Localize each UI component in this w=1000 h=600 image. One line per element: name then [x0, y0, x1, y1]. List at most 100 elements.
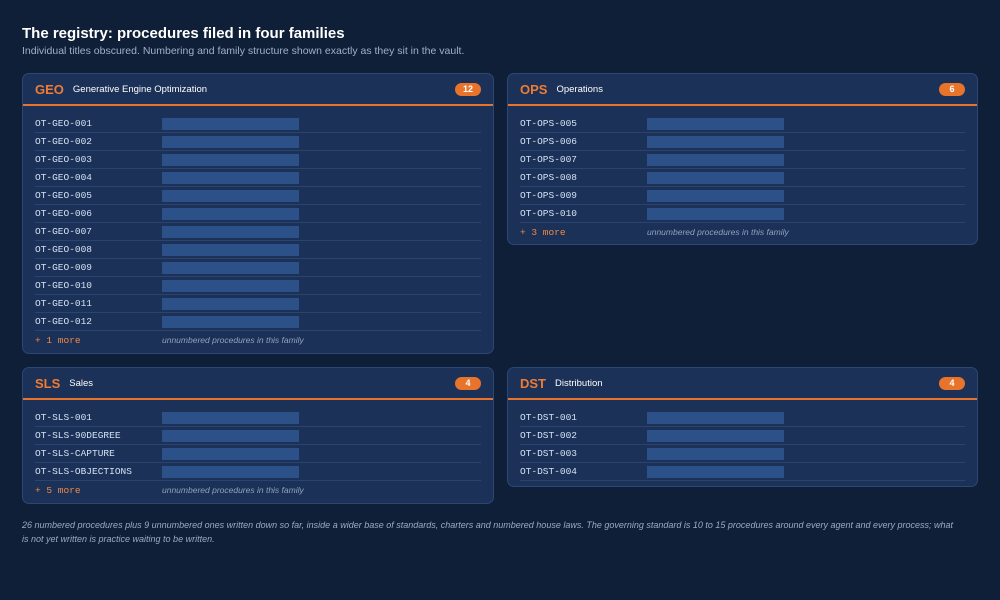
procedure-row: OT-GEO-008 — [35, 241, 481, 259]
redacted-title-bar — [647, 447, 784, 460]
procedure-row: OT-GEO-005 — [35, 187, 481, 205]
procedure-list: OT-OPS-005 OT-OPS-006 OT-OPS-007 OT-OPS-008… — [508, 106, 977, 241]
redacted-title-bar — [162, 243, 299, 256]
page-title: The registry: procedures filed in four f… — [22, 25, 345, 42]
procedure-row: OT-OPS-009 — [520, 187, 965, 205]
redacted-title-bar — [162, 465, 299, 478]
count-badge: 4 — [455, 376, 481, 390]
procedure-row: OT-DST-003 — [520, 445, 965, 463]
procedure-id: OT-DST-004 — [520, 466, 578, 477]
procedure-list: OT-DST-001 OT-DST-002 OT-DST-003 OT-DST-004 — [508, 400, 977, 481]
more-row: + 1 more unnumbered procedures in this fa… — [35, 331, 481, 349]
procedure-id: OT-GEO-003 — [35, 154, 93, 165]
procedure-id: OT-GEO-009 — [35, 262, 93, 273]
procedure-row: OT-SLS-001 — [35, 409, 481, 427]
more-row: + 3 more unnumbered procedures in this fa… — [520, 223, 965, 241]
procedure-row: OT-GEO-003 — [35, 151, 481, 169]
redacted-title-bar — [647, 189, 784, 202]
more-note: unnumbered procedures in this family — [647, 227, 789, 237]
card-header: SLS Sales 4 — [23, 368, 493, 400]
count-badge: 4 — [939, 376, 965, 390]
procedure-row: OT-DST-001 — [520, 409, 965, 427]
redacted-title-bar — [647, 429, 784, 442]
redacted-title-bar — [162, 411, 299, 424]
redacted-title-bar — [162, 297, 299, 310]
redacted-title-bar — [647, 207, 784, 220]
procedure-id: OT-OPS-010 — [520, 208, 578, 219]
family-code: DST — [520, 375, 546, 391]
procedure-row: OT-SLS-90DEGREE — [35, 427, 481, 445]
procedure-id: OT-OPS-005 — [520, 118, 578, 129]
redacted-title-bar — [647, 117, 784, 130]
redacted-title-bar — [647, 153, 784, 166]
procedure-row: OT-GEO-002 — [35, 133, 481, 151]
redacted-title-bar — [162, 189, 299, 202]
family-code: SLS — [35, 375, 61, 391]
procedure-row: OT-GEO-001 — [35, 115, 481, 133]
procedure-id: OT-GEO-004 — [35, 172, 93, 183]
procedure-row: OT-OPS-006 — [520, 133, 965, 151]
card-header: GEO Generative Engine Optimization 12 — [23, 74, 493, 106]
procedure-id: OT-SLS-OBJECTIONS — [35, 466, 132, 477]
more-count: + 5 more — [35, 484, 81, 496]
procedure-list: OT-SLS-001 OT-SLS-90DEGREE OT-SLS-CAPTURE O… — [23, 400, 493, 499]
count-badge: 12 — [455, 82, 481, 96]
procedure-row: OT-DST-002 — [520, 427, 965, 445]
redacted-title-bar — [162, 261, 299, 274]
card-header: DST Distribution 4 — [508, 368, 977, 400]
family-name: Distribution — [555, 377, 603, 389]
procedure-row: OT-GEO-006 — [35, 205, 481, 223]
procedure-id: OT-GEO-007 — [35, 226, 93, 237]
redacted-title-bar — [162, 135, 299, 148]
procedure-id: OT-DST-003 — [520, 448, 578, 459]
family-card-dst: DST Distribution 4 OT-DST-001 OT-DST-002 OT-D… — [507, 367, 978, 487]
redacted-title-bar — [647, 135, 784, 148]
procedure-row: OT-GEO-007 — [35, 223, 481, 241]
family-code: OPS — [520, 81, 548, 97]
family-card-ops: OPS Operations 6 OT-OPS-005 OT-OPS-006 OT-OPS… — [507, 73, 978, 245]
procedure-id: OT-GEO-002 — [35, 136, 93, 147]
procedure-id: OT-SLS-90DEGREE — [35, 430, 121, 441]
more-note: unnumbered procedures in this family — [162, 485, 304, 495]
procedure-id: OT-OPS-007 — [520, 154, 578, 165]
procedure-row: OT-GEO-009 — [35, 259, 481, 277]
procedure-id: OT-DST-002 — [520, 430, 578, 441]
family-card-geo: GEO Generative Engine Optimization 12 OT-GE… — [22, 73, 494, 354]
card-header: OPS Operations 6 — [508, 74, 977, 106]
page-subtitle: Individual titles obscured. Numbering an… — [22, 45, 465, 57]
footnote: 26 numbered procedures plus 9 unnumbered… — [22, 520, 954, 544]
redacted-title-bar — [162, 153, 299, 166]
family-code: GEO — [35, 81, 64, 97]
family-name: Generative Engine Optimization — [72, 83, 208, 95]
procedure-id: OT-GEO-005 — [35, 190, 93, 201]
count-badge: 6 — [939, 82, 965, 96]
procedure-id: OT-DST-001 — [520, 412, 578, 423]
more-count: + 3 more — [520, 226, 566, 238]
procedure-id: OT-OPS-009 — [520, 190, 578, 201]
procedure-row: OT-SLS-CAPTURE — [35, 445, 481, 463]
more-count: + 1 more — [35, 334, 81, 346]
procedure-id: OT-GEO-011 — [35, 298, 93, 309]
procedure-row: OT-GEO-010 — [35, 277, 481, 295]
redacted-title-bar — [162, 207, 299, 220]
procedure-row: OT-OPS-008 — [520, 169, 965, 187]
procedure-row: OT-GEO-011 — [35, 295, 481, 313]
redacted-title-bar — [647, 465, 784, 478]
redacted-title-bar — [162, 315, 299, 328]
redacted-title-bar — [162, 279, 299, 292]
procedure-id: OT-GEO-012 — [35, 316, 93, 327]
procedure-row: OT-OPS-010 — [520, 205, 965, 223]
procedure-row: OT-SLS-OBJECTIONS — [35, 463, 481, 481]
more-row: + 5 more unnumbered procedures in this fa… — [35, 481, 481, 499]
redacted-title-bar — [162, 171, 299, 184]
redacted-title-bar — [162, 225, 299, 238]
family-card-sls: SLS Sales 4 OT-SLS-001 OT-SLS-90DEGREE OT-SLS… — [22, 367, 494, 504]
family-name: Operations — [556, 83, 603, 95]
procedure-id: OT-SLS-001 — [35, 412, 93, 423]
redacted-title-bar — [647, 411, 784, 424]
redacted-title-bar — [162, 429, 299, 442]
procedure-id: OT-GEO-008 — [35, 244, 93, 255]
redacted-title-bar — [162, 117, 299, 130]
procedure-row: OT-DST-004 — [520, 463, 965, 481]
procedure-row: OT-GEO-012 — [35, 313, 481, 331]
